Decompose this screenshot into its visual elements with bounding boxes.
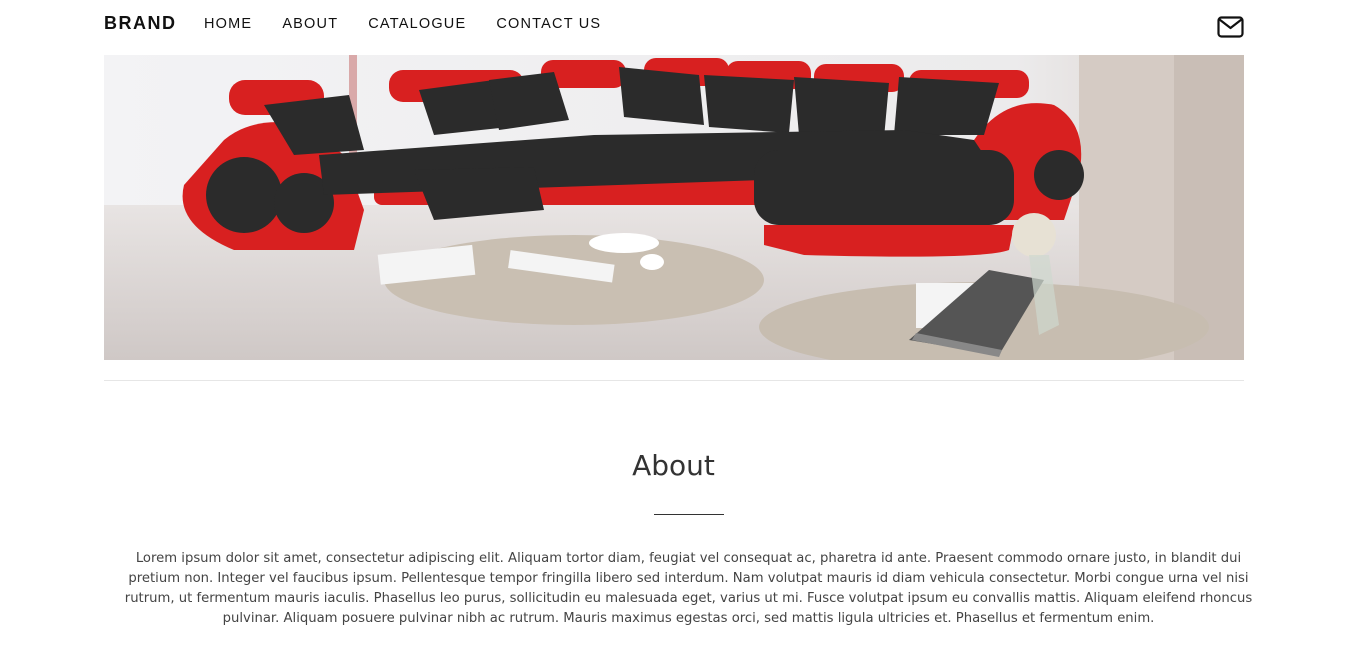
nav-link-about[interactable]: ABOUT: [282, 16, 338, 32]
envelope-icon[interactable]: [1217, 16, 1244, 38]
navbar: BRAND HOME ABOUT CATALOGUE CONTACT US: [104, 0, 1244, 50]
brand-logo[interactable]: BRAND: [104, 13, 177, 34]
nav-link-catalogue[interactable]: CATALOGUE: [368, 16, 466, 32]
nav-links: HOME ABOUT CATALOGUE CONTACT US: [204, 16, 631, 32]
about-heading: About: [632, 449, 715, 482]
nav-link-home[interactable]: HOME: [204, 16, 252, 32]
hero-image: [104, 55, 1244, 360]
heading-underline: [654, 514, 724, 515]
section-divider: [104, 380, 1244, 381]
about-paragraph: Lorem ipsum dolor sit amet, consectetur …: [124, 551, 1253, 626]
nav-link-contact-us[interactable]: CONTACT US: [496, 16, 601, 32]
